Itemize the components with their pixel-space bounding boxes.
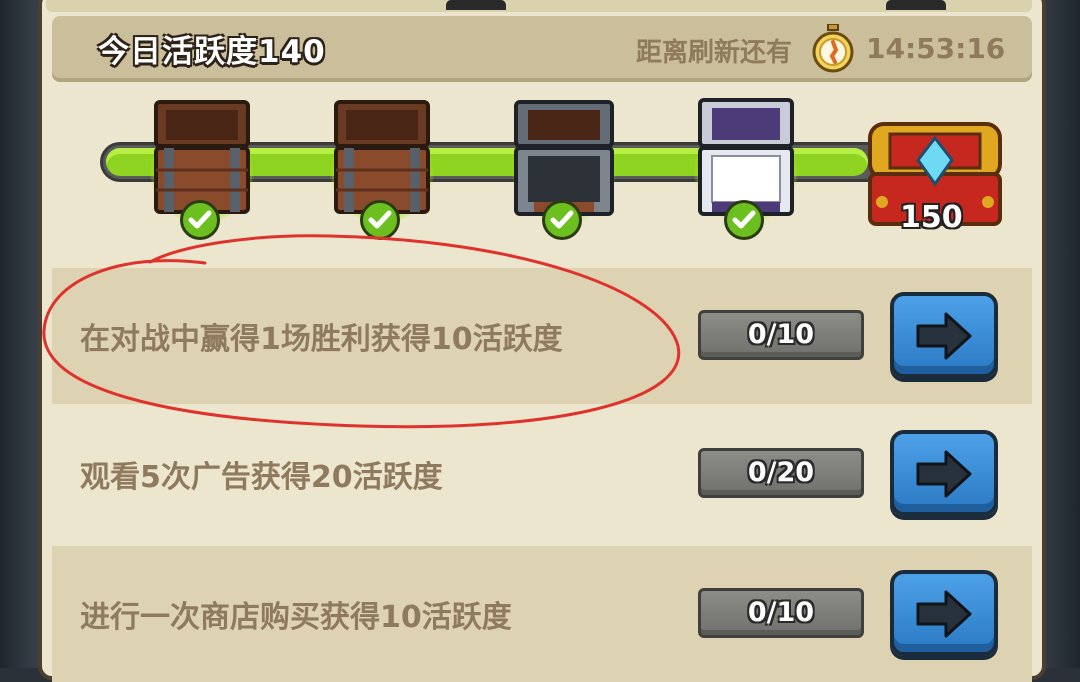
chest-2[interactable] <box>322 92 442 240</box>
chest-4[interactable] <box>686 92 806 240</box>
check-icon <box>542 200 582 240</box>
final-chest-value: 150 <box>900 200 963 235</box>
task-progress-text: 0/20 <box>747 457 815 488</box>
cutoff-text <box>886 0 946 10</box>
cutoff-text <box>446 0 506 10</box>
arrow-right-icon <box>916 450 972 498</box>
arrow-right-icon <box>916 590 972 638</box>
refresh-label: 距离刷新还有 <box>636 38 793 68</box>
check-icon <box>180 200 220 240</box>
background-left <box>0 0 40 668</box>
task-description: 观看5次广告获得20活跃度 <box>80 460 443 495</box>
check-icon <box>360 200 400 240</box>
task-progress: 0/20 <box>698 448 864 498</box>
chest-3[interactable] <box>504 92 624 240</box>
arrow-right-icon <box>916 312 972 360</box>
task-progress-text: 0/10 <box>747 597 815 628</box>
task-description: 在对战中赢得1场胜利获得10活跃度 <box>80 322 563 357</box>
daily-activity-title: 今日活跃度140 <box>98 34 326 70</box>
task-description: 进行一次商店购买获得10活跃度 <box>80 600 512 635</box>
task-progress-text: 0/10 <box>747 319 815 350</box>
task-row: 进行一次商店购买获得10活跃度 0/10 <box>52 546 1032 682</box>
task-progress: 0/10 <box>698 588 864 638</box>
task-go-button[interactable] <box>890 570 998 656</box>
previous-section-edge <box>46 0 1032 12</box>
task-row: 观看5次广告获得20活跃度 0/20 <box>52 406 1032 542</box>
check-icon <box>724 200 764 240</box>
refresh-timer: 14:53:16 <box>866 32 1006 65</box>
activity-progress: 150 <box>52 92 1032 260</box>
task-progress: 0/10 <box>698 310 864 360</box>
task-go-button[interactable] <box>890 292 998 378</box>
chest-1[interactable] <box>142 92 262 240</box>
stopwatch-icon <box>812 24 854 73</box>
task-row: 在对战中赢得1场胜利获得10活跃度 0/10 <box>52 268 1032 404</box>
task-go-button[interactable] <box>890 430 998 516</box>
